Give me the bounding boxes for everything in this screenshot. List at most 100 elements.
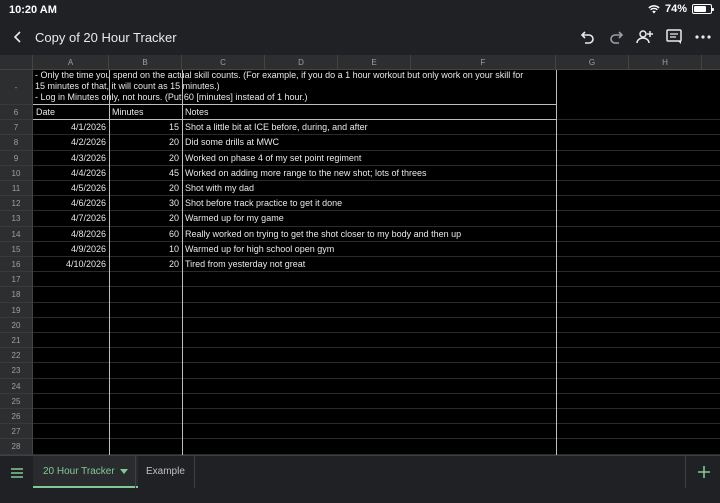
grid-line	[33, 271, 720, 273]
grid-line	[33, 423, 720, 425]
comment-icon[interactable]	[664, 27, 684, 47]
row-header[interactable]: 7	[0, 120, 33, 136]
date-cell[interactable]: 4/1/2026	[35, 120, 106, 136]
column-header-e[interactable]: E	[338, 55, 411, 70]
app-bar: Copy of 20 Hour Tracker	[0, 20, 720, 55]
spreadsheet-grid[interactable]: A B C D E F G H - - Only the time you sp…	[0, 55, 720, 455]
minutes-cell[interactable]: 45	[111, 166, 179, 181]
column-header-c[interactable]: C	[182, 55, 265, 70]
grid-line	[33, 408, 720, 409]
column-border-line	[109, 70, 110, 455]
row-header[interactable]: 19	[0, 302, 33, 318]
header-cell-notes[interactable]: Notes	[185, 105, 554, 121]
back-arrow-icon[interactable]	[8, 26, 28, 48]
row-header[interactable]: 23	[0, 363, 33, 379]
column-header-h[interactable]: H	[629, 55, 702, 70]
minutes-cell[interactable]: 20	[111, 135, 179, 151]
notes-cell[interactable]: Really worked on trying to get the shot …	[185, 227, 554, 242]
sheet-tab-label: Example	[146, 466, 185, 477]
sheet-tab-bar: 20 Hour Tracker Example	[0, 455, 720, 503]
row-header[interactable]: 16	[0, 257, 33, 273]
row-header[interactable]: 13	[0, 211, 33, 227]
undo-icon[interactable]	[578, 27, 598, 47]
notes-cell[interactable]: Shot before track practice to get it don…	[185, 196, 554, 212]
row-header[interactable]: 11	[0, 181, 33, 197]
row-header[interactable]: 22	[0, 348, 33, 364]
add-sheet-button[interactable]	[685, 456, 720, 488]
minutes-cell[interactable]: 20	[111, 181, 179, 197]
row-header[interactable]: 24	[0, 378, 33, 394]
notes-cell[interactable]: Worked on adding more range to the new s…	[185, 166, 554, 181]
notes-cell[interactable]: Did some drills at MWC	[185, 135, 554, 151]
column-border-line	[556, 70, 557, 455]
date-cell[interactable]: 4/5/2026	[35, 181, 106, 197]
date-cell[interactable]: 4/7/2026	[35, 211, 106, 227]
notes-cell[interactable]: Tired from yesterday not great	[185, 257, 554, 273]
date-cell[interactable]: 4/2/2026	[35, 135, 106, 151]
row-header[interactable]: 25	[0, 393, 33, 409]
date-cell[interactable]: 4/8/2026	[35, 227, 106, 242]
notes-cell[interactable]: Shot a little bit at ICE before, during,…	[185, 120, 554, 136]
row-header[interactable]: 10	[0, 165, 33, 181]
sheet-tab-example[interactable]: Example	[135, 456, 195, 488]
notes-cell[interactable]: Shot with my dad	[185, 181, 554, 197]
row-header[interactable]: 18	[0, 287, 33, 303]
notes-cell[interactable]: Warmed up for my game	[185, 211, 554, 227]
grid-line	[33, 332, 720, 333]
row-header[interactable]: 20	[0, 317, 33, 333]
minutes-cell[interactable]: 10	[111, 242, 179, 257]
grid-line	[33, 286, 720, 288]
dropdown-arrow-icon[interactable]	[120, 469, 128, 475]
grid-line	[33, 438, 720, 440]
battery-icon	[692, 4, 714, 14]
row-header[interactable]: 6	[0, 105, 33, 121]
sheet-tab-20-hour-tracker[interactable]: 20 Hour Tracker	[33, 456, 138, 488]
date-cell[interactable]: 4/6/2026	[35, 196, 106, 212]
status-time: 10:20 AM	[9, 4, 57, 16]
column-header-d[interactable]: D	[265, 55, 338, 70]
row-header[interactable]: 9	[0, 150, 33, 166]
notes-cell[interactable]: Worked on phase 4 of my set point regime…	[185, 151, 554, 166]
date-cell[interactable]: 4/4/2026	[35, 166, 106, 181]
date-cell[interactable]: 4/10/2026	[35, 257, 106, 273]
row-header[interactable]: 12	[0, 196, 33, 212]
row-header[interactable]: 8	[0, 135, 33, 151]
minutes-cell[interactable]: 20	[111, 257, 179, 273]
notes-cell[interactable]: Warmed up for high school open gym	[185, 242, 554, 257]
more-options-icon[interactable]	[693, 27, 713, 47]
row-header-frozen[interactable]: -	[0, 70, 33, 105]
column-header-f[interactable]: F	[411, 55, 556, 70]
row-header[interactable]: 26	[0, 409, 33, 425]
add-person-icon[interactable]	[635, 27, 655, 47]
grid-line	[33, 316, 720, 318]
grid-line	[33, 347, 720, 349]
grid-line	[33, 362, 720, 364]
row-header[interactable]: 27	[0, 424, 33, 440]
row-header[interactable]: 17	[0, 272, 33, 288]
select-all-corner[interactable]	[0, 55, 33, 70]
column-header-a[interactable]: A	[33, 55, 109, 70]
sheet-tab-label: 20 Hour Tracker	[43, 466, 115, 477]
status-bar: 10:20 AM 74%	[0, 0, 720, 20]
minutes-cell[interactable]: 20	[111, 151, 179, 166]
row-header[interactable]: 21	[0, 333, 33, 349]
redo-icon[interactable]	[606, 27, 626, 47]
row-header[interactable]: 28	[0, 439, 33, 455]
minutes-cell[interactable]: 30	[111, 196, 179, 212]
row-header[interactable]: 14	[0, 226, 33, 242]
wifi-icon	[648, 5, 660, 14]
date-cell[interactable]: 4/9/2026	[35, 242, 106, 257]
all-sheets-menu-icon[interactable]	[8, 464, 26, 482]
minutes-cell[interactable]: 60	[111, 227, 179, 242]
grid-line	[33, 377, 720, 379]
plus-icon	[698, 466, 710, 478]
document-title[interactable]: Copy of 20 Hour Tracker	[35, 30, 177, 45]
header-cell-minutes[interactable]: Minutes	[112, 105, 180, 121]
date-cell[interactable]: 4/3/2026	[35, 151, 106, 166]
minutes-cell[interactable]: 15	[111, 120, 179, 136]
header-cell-date[interactable]: Date	[36, 105, 107, 121]
column-header-b[interactable]: B	[109, 55, 182, 70]
row-header[interactable]: 15	[0, 241, 33, 257]
minutes-cell[interactable]: 20	[111, 211, 179, 227]
column-header-g[interactable]: G	[556, 55, 629, 70]
